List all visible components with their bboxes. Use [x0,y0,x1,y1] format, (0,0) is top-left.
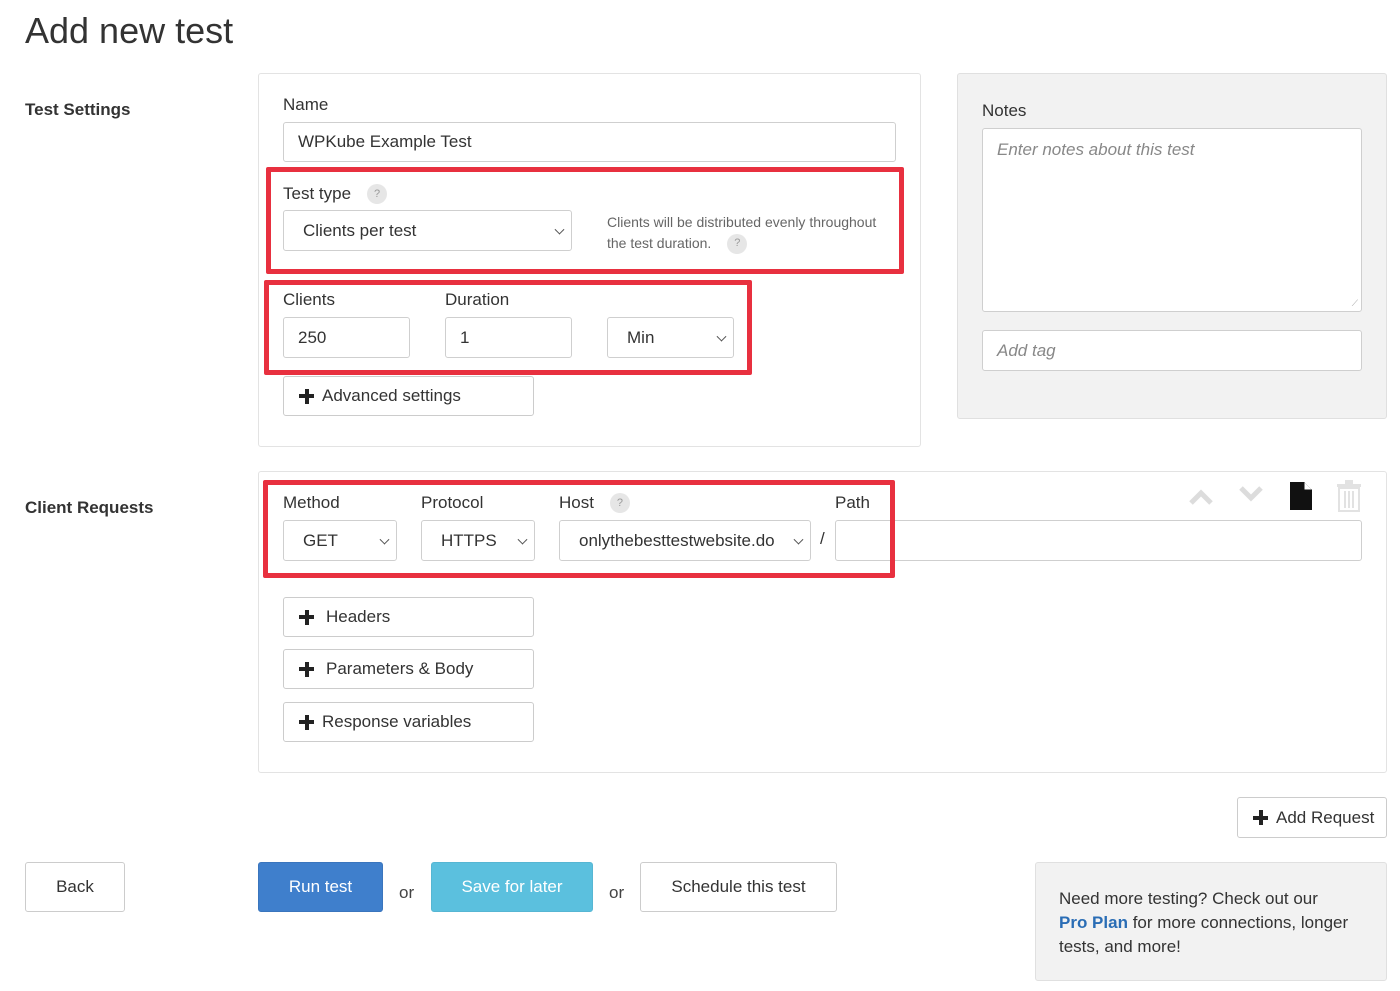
notes-textarea[interactable]: Enter notes about this test ⟋ [982,128,1362,312]
plus-icon [1253,810,1268,825]
save-for-later-label: Save for later [461,877,563,896]
schedule-test-button[interactable]: Schedule this test [640,862,837,912]
page-title: Add new test [25,10,234,51]
name-label: Name [283,95,329,114]
move-up-icon[interactable] [1188,488,1214,511]
promo-line1: Need more testing? Check out our [1059,889,1318,908]
plus-icon [299,714,314,730]
run-test-button[interactable]: Run test [258,862,383,912]
back-label: Back [56,877,94,896]
test-settings-label: Test Settings [25,100,131,119]
advanced-settings-label: Advanced settings [322,386,461,405]
add-tag-input[interactable]: Add tag [982,330,1362,371]
schedule-label: Schedule this test [671,877,806,896]
headers-button[interactable]: Headers [283,597,534,637]
pro-plan-link[interactable]: Pro Plan [1059,913,1128,932]
notes-label: Notes [982,101,1027,120]
client-requests-label: Client Requests [25,498,154,517]
trash-icon[interactable] [1337,480,1361,517]
run-test-label: Run test [288,877,353,896]
parameters-body-label: Parameters & Body [326,659,474,678]
headers-label: Headers [326,607,391,626]
path-input[interactable] [835,520,1362,561]
plus-icon [299,661,314,677]
copy-icon[interactable] [1289,481,1313,516]
plus-icon [299,388,314,404]
back-button[interactable]: Back [25,862,125,912]
move-down-icon[interactable] [1238,485,1264,508]
promo-line3: tests, and more! [1059,937,1181,956]
response-variables-label: Response variables [322,712,472,731]
response-variables-button[interactable]: Response variables [283,702,534,742]
or-text-2: or [609,883,625,902]
add-request-button[interactable]: Add Request [1237,797,1387,838]
save-for-later-button[interactable]: Save for later [431,862,593,912]
highlight-test-type [266,167,904,274]
resize-handle-icon[interactable]: ⟋ [1352,298,1358,309]
advanced-settings-button[interactable]: Advanced settings [283,376,534,416]
promo-line2: for more connections, longer [1127,913,1349,932]
add-request-label: Add Request [1276,807,1375,827]
plus-icon [299,609,314,625]
highlight-clients-duration [264,280,752,375]
add-tag-placeholder: Add tag [997,340,1056,360]
or-text-1: or [399,883,415,902]
name-input-value: WPKube Example Test [298,132,472,151]
notes-placeholder: Enter notes about this test [997,140,1195,159]
pro-plan-promo: Need more testing? Check out our Pro Pla… [1035,862,1387,981]
name-input[interactable]: WPKube Example Test [283,122,896,162]
parameters-body-button[interactable]: Parameters & Body [283,649,534,689]
highlight-request-url [263,480,895,578]
